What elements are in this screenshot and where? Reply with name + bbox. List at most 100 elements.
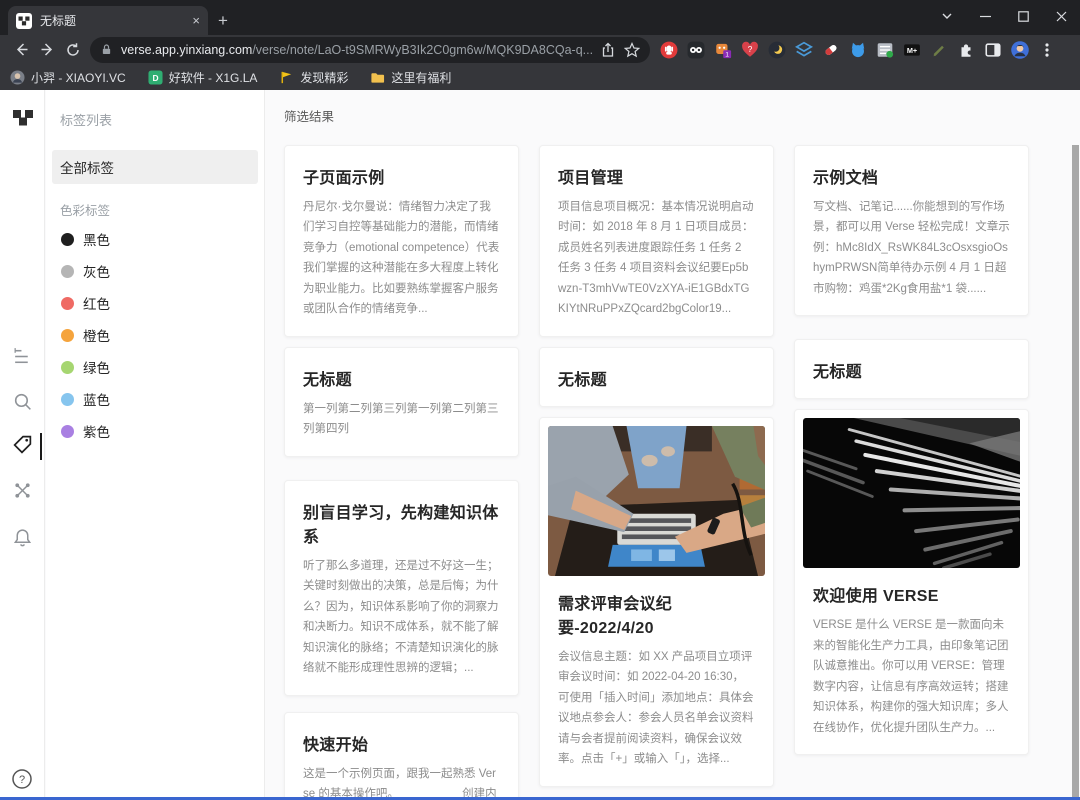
card-body: 写文档、记笔记......你能想到的写作场景，都可以用 Verse 轻松完成！文… [813,197,1010,299]
bookmark-xiaoyi[interactable]: 小羿 - XIAOYI.VC [10,69,126,86]
side-panel-icon[interactable] [984,41,1002,59]
tag-item-purple[interactable]: 紫色 [46,415,264,447]
verse-logo[interactable] [12,107,34,129]
yellow-folder-favicon [370,70,385,85]
reload-icon[interactable] [60,37,86,63]
help-icon[interactable]: ? [11,768,33,790]
graph-icon[interactable] [12,480,33,501]
new-tab-button[interactable]: + [218,11,228,31]
note-grid: 子页面示例 丹尼尔·戈尔曼说：情绪智力决定了我们学习自控等基础能力的潜能，而情绪… [266,125,1080,797]
filter-results-header: 筛选结果 [266,90,1080,125]
note-card-review-meeting[interactable]: 需求评审会议纪要-2022/4/20 会议信息主题：如 XX 产品项目立项评审会… [539,417,774,787]
note-card-knowledge[interactable]: 别盲目学习，先构建知识体系 听了那么多道理，还是过不好这一生；关键时刻做出的决策… [284,480,519,696]
grid-column-1: 子页面示例 丹尼尔·戈尔曼说：情绪智力决定了我们学习自控等基础能力的潜能，而情绪… [284,145,519,797]
tag-label: 紫色 [83,421,110,441]
note-card-untitled-2[interactable]: 无标题 [539,347,774,407]
minimize-button[interactable] [966,0,1004,32]
bookmark-x1g[interactable]: D 好软件 - X1G.LA [148,69,258,86]
all-tags-item[interactable]: 全部标签 [52,150,258,184]
tag-item-orange[interactable]: 橙色 [46,319,264,351]
heart-question-icon[interactable]: ? [741,41,759,59]
bookmark-label: 小羿 - XIAOYI.VC [31,69,126,86]
note-card-sample-doc[interactable]: 示例文档 写文档、记笔记......你能想到的写作场景，都可以用 Verse 轻… [794,145,1029,316]
browser-menu-icon[interactable] [1038,41,1056,59]
card-body: 听了那么多道理，还是过不好这一生；关键时刻做出的决策，总是后悔；为什么？因为，知… [303,556,500,679]
card-title: 项目管理 [558,164,755,188]
bookmark-star-icon[interactable] [624,42,640,58]
gray-dot [61,265,74,278]
tag-item-black[interactable]: 黑色 [46,223,264,255]
search-icon[interactable] [12,391,33,412]
tag-item-red[interactable]: 红色 [46,287,264,319]
adguard-icon[interactable] [660,41,678,59]
tag-icon-active[interactable] [12,434,33,455]
pencil-icon[interactable] [930,41,948,59]
tag-label: 灰色 [83,261,110,281]
bookmark-benefits[interactable]: 这里有福利 [370,69,451,86]
bookmark-label: 这里有福利 [391,69,451,86]
main-content: 筛选结果 子页面示例 丹尼尔·戈尔曼说：情绪智力决定了我们学习自控等基础能力的潜… [266,90,1080,797]
main-scrollbar[interactable] [1072,145,1079,797]
note-card-untitled-3[interactable]: 无标题 [794,339,1029,399]
green-dot [61,361,74,374]
card-title: 快速开始 [303,731,500,755]
card-body: 项目信息项目概况：基本情况说明启动时间：如 2018 年 8 月 1 日项目成员… [558,197,755,320]
svg-text:D: D [152,72,158,82]
bookmark-discover[interactable]: 发现精彩 [279,69,348,86]
address-bar[interactable]: verse.app.yinxiang.com/verse/note/LaO-t9… [90,37,650,63]
tab-title: 无标题 [40,12,184,29]
card-title: 无标题 [303,366,500,390]
note-card-untitled-table[interactable]: 无标题 第一列第二列第三列第一列第二列第三列第四列 [284,347,519,457]
tab-search-icon[interactable] [928,0,966,32]
extensions-puzzle-icon[interactable] [957,41,975,59]
card-title: 需求评审会议纪要-2022/4/20 [558,590,755,638]
bookmark-label: 好软件 - X1G.LA [169,69,258,86]
outline-icon[interactable] [12,346,33,367]
tag-item-green[interactable]: 绿色 [46,351,264,383]
note-card-quickstart[interactable]: 快速开始 这是一个示例页面，跟我一起熟悉 Verse 的基本操作吧。 创建内容点… [284,712,519,797]
glasses-icon[interactable] [687,41,705,59]
note-card-subpage[interactable]: 子页面示例 丹尼尔·戈尔曼说：情绪智力决定了我们学习自控等基础能力的潜能，而情绪… [284,145,519,337]
share-icon[interactable] [600,42,616,58]
avatar-favicon [10,70,25,85]
maximize-button[interactable] [1004,0,1042,32]
url-domain: verse.app.yinxiang.com [121,43,252,57]
note-card-project[interactable]: 项目管理 项目信息项目概况：基本情况说明启动时间：如 2018 年 8 月 1 … [539,145,774,337]
forward-icon[interactable] [34,37,60,63]
verse-app: ? 标签列表 全部标签 色彩标签 黑色 灰色 红色 橙色 绿色 蓝色 紫色 筛选… [0,90,1080,797]
robot-icon[interactable]: 1 [714,41,732,59]
tab-close-icon[interactable]: × [192,13,200,28]
left-rail: ? [0,90,45,797]
team-laptop-photo [540,426,773,576]
m-plus-icon[interactable]: M+ [903,41,921,59]
tab-untitled[interactable]: 无标题 × [8,6,208,35]
layers-icon[interactable] [795,41,813,59]
card-title: 无标题 [813,358,1010,382]
card-title: 别盲目学习，先构建知识体系 [303,499,500,547]
red-dot [61,297,74,310]
cat-icon[interactable] [849,41,867,59]
tab-bar: 无标题 × + [0,0,1080,35]
purple-dot [61,425,74,438]
svg-text:?: ? [748,44,753,54]
table-list-icon[interactable] [876,41,894,59]
card-title: 无标题 [558,366,755,390]
tag-item-blue[interactable]: 蓝色 [46,383,264,415]
back-icon[interactable] [8,37,34,63]
yellow-flag-favicon [279,70,294,85]
grid-column-2: 项目管理 项目信息项目概况：基本情况说明启动时间：如 2018 年 8 月 1 … [539,145,774,797]
profile-avatar[interactable] [1011,41,1029,59]
tag-item-gray[interactable]: 灰色 [46,255,264,287]
tag-label: 红色 [83,293,110,313]
card-body: VERSE 是什么 VERSE 是一款面向未来的智能化生产力工具，由印象笔记团队… [813,615,1010,738]
dark-moon-icon[interactable] [768,41,786,59]
note-card-welcome-verse[interactable]: 欢迎使用 VERSE VERSE 是什么 VERSE 是一款面向未来的智能化生产… [794,409,1029,755]
pill-icon[interactable] [822,41,840,59]
extension-icons: 1 ? M+ [660,41,1056,59]
close-window-button[interactable] [1042,0,1080,32]
url-path: /verse/note/LaO-t9SMRWyB3Ik2C0gm6w/MQK9D… [252,43,592,57]
card-body: 丹尼尔·戈尔曼说：情绪智力决定了我们学习自控等基础能力的潜能，而情绪竞争力（em… [303,197,500,320]
card-title: 欢迎使用 VERSE [813,582,1010,606]
text-cursor [40,433,42,460]
bell-icon[interactable] [12,527,33,548]
